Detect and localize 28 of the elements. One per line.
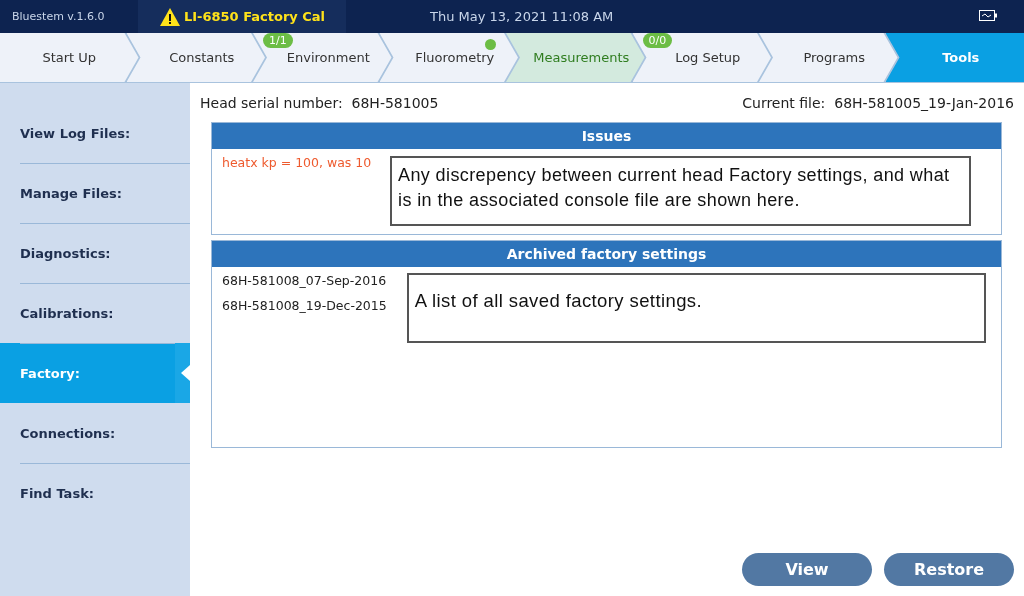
sidebar-item[interactable]: Diagnostics: (0, 223, 190, 283)
archive-file[interactable]: 68H-581008_19-Dec-2015 (222, 298, 387, 313)
battery-icon (979, 10, 997, 21)
current-file: Current file: 68H-581005_19-Jan-2016 (742, 95, 1014, 111)
annotation-note: A list of all saved factory settings. (406, 273, 986, 343)
panel-title: Issues (212, 123, 1001, 149)
selection-pointer-icon (175, 343, 190, 403)
sidebar-item[interactable]: View Log Files: (0, 103, 190, 163)
sidebar-item[interactable]: Connections: (0, 403, 190, 463)
annotation-note: Any discrepency between current head Factory settings, and what is in the associated console file are shown here. (390, 156, 971, 226)
tab[interactable]: Programs (759, 33, 898, 82)
tab[interactable]: Measurements (506, 33, 645, 82)
sidebar-item[interactable]: Manage Files: (0, 163, 190, 223)
action-button[interactable]: Restore (884, 553, 1014, 586)
serial-number: Head serial number: 68H-581005 (200, 95, 439, 111)
sidebar-item[interactable]: Calibrations: (0, 283, 190, 343)
panel-title: Archived factory settings (212, 241, 1001, 267)
issue-text: heatx kp = 100, was 10 (222, 155, 370, 170)
datetime: Thu May 13, 2021 11:08 AM (430, 9, 614, 24)
archive-file[interactable]: 68H-581008_07-Sep-2016 (222, 273, 387, 288)
tab[interactable]: Constants (126, 33, 265, 82)
alert-text: LI-6850 Factory Cal (183, 9, 326, 24)
tab[interactable]: Fluorometry (379, 33, 518, 82)
tab[interactable]: Start Up (0, 33, 139, 82)
action-button[interactable]: View (742, 553, 872, 586)
count-badge: 1/1 (263, 33, 293, 48)
version-label: Bluestem v.1.6.0 (11, 10, 106, 23)
sidebar-item[interactable]: Find Task: (0, 463, 190, 523)
